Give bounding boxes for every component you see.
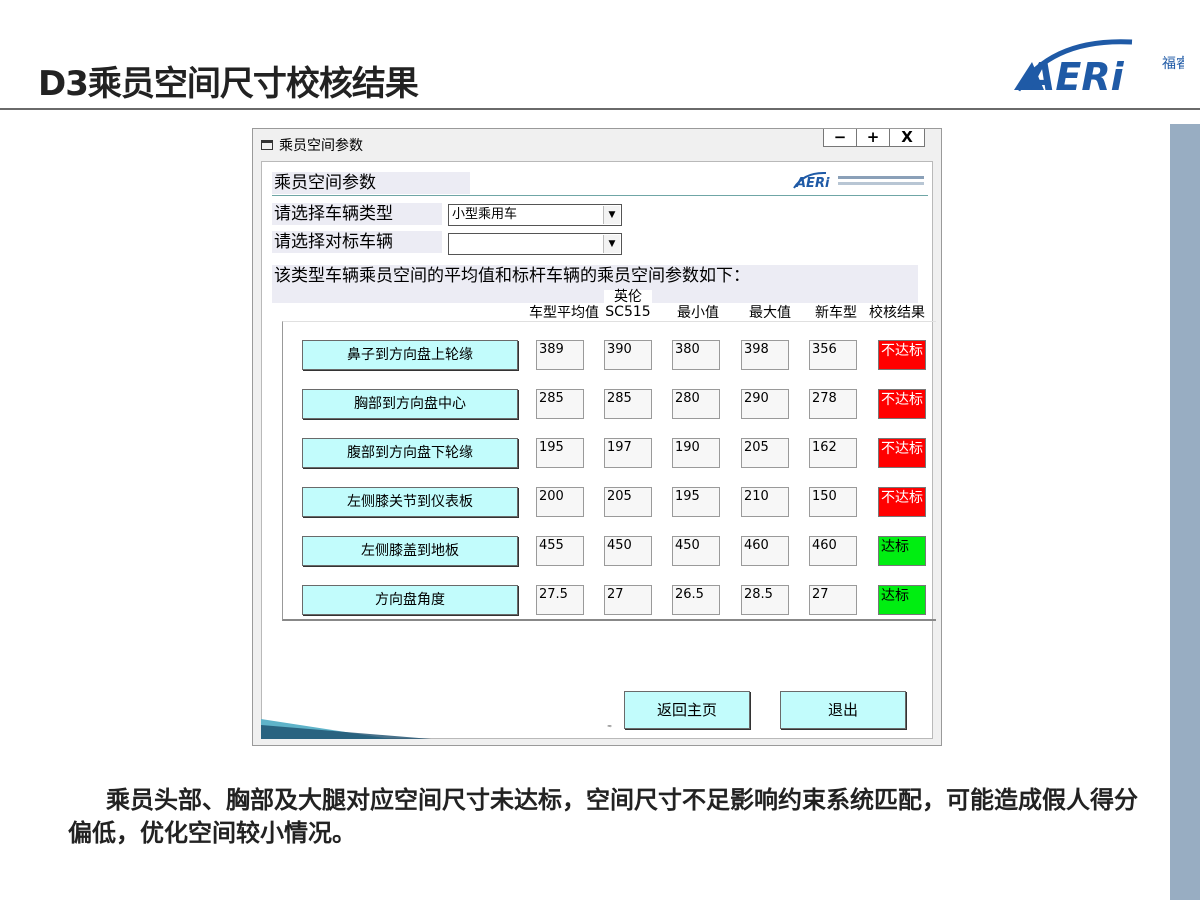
dropdown-arrow-icon[interactable]: ▼ — [603, 235, 620, 253]
return-home-button[interactable]: 返回主页 — [624, 691, 750, 729]
col-header-benchmark-line1: 英伦 — [614, 289, 642, 305]
row-button-knee-to-floor[interactable]: 左侧膝盖到地板 — [302, 536, 518, 566]
cell-avg: 389 — [536, 340, 584, 370]
cell-benchmark: 285 — [604, 389, 652, 419]
result-badge: 达标 — [878, 585, 926, 615]
cell-max: 205 — [741, 438, 789, 468]
vehicle-type-value: 小型乘用车 — [452, 207, 518, 222]
window-title: 乘员空间参数 — [279, 138, 363, 154]
cell-min: 280 — [672, 389, 720, 419]
col-header-new: 新车型 — [812, 305, 860, 321]
cell-avg: 200 — [536, 487, 584, 517]
cell-benchmark: 205 — [604, 487, 652, 517]
benchmark-label: 请选择对标车辆 — [272, 231, 442, 253]
row-button-chest-to-wheel-center[interactable]: 胸部到方向盘中心 — [302, 389, 518, 419]
window-controls: − + X — [823, 129, 925, 147]
col-header-avg: 车型平均值 — [526, 305, 602, 321]
company-logo: AERi 福睿 — [1014, 39, 1184, 99]
panel-header-label: 乘员空间参数 — [272, 172, 470, 194]
result-badge: 不达标 — [878, 438, 926, 468]
row-button-nose-to-wheel-top[interactable]: 鼻子到方向盘上轮缘 — [302, 340, 518, 370]
cell-max: 398 — [741, 340, 789, 370]
svg-text:福睿: 福睿 — [1162, 56, 1184, 72]
result-badge: 不达标 — [878, 487, 926, 517]
cell-benchmark: 450 — [604, 536, 652, 566]
cell-min: 380 — [672, 340, 720, 370]
maximize-button[interactable]: + — [856, 129, 890, 147]
mini-logo: AERi — [793, 171, 924, 190]
cell-avg: 455 — [536, 536, 584, 566]
cell-avg: 285 — [536, 389, 584, 419]
col-header-min: 最小值 — [674, 305, 722, 321]
cell-new: 460 — [809, 536, 857, 566]
header-divider — [272, 195, 928, 196]
cell-benchmark: 390 — [604, 340, 652, 370]
col-header-benchmark-line2: SC515 — [605, 304, 651, 320]
row-button-knee-to-dashboard[interactable]: 左侧膝关节到仪表板 — [302, 487, 518, 517]
row-button-abdomen-to-wheel-bottom[interactable]: 腹部到方向盘下轮缘 — [302, 438, 518, 468]
cell-min: 195 — [672, 487, 720, 517]
vehicle-type-label: 请选择车辆类型 — [272, 203, 442, 225]
cell-new: 278 — [809, 389, 857, 419]
cell-min: 26.5 — [672, 585, 720, 615]
col-header-result: 校核结果 — [866, 305, 928, 321]
vehicle-type-select[interactable]: 小型乘用车 ▼ — [448, 204, 622, 226]
cell-max: 28.5 — [741, 585, 789, 615]
cell-max: 210 — [741, 487, 789, 517]
col-header-max: 最大值 — [746, 305, 794, 321]
svg-text:AERi: AERi — [1023, 55, 1125, 99]
row-button-wheel-angle[interactable]: 方向盘角度 — [302, 585, 518, 615]
close-button[interactable]: X — [889, 129, 925, 147]
benchmark-select[interactable]: ▼ — [448, 233, 622, 255]
window-icon — [261, 140, 273, 150]
cell-avg: 27.5 — [536, 585, 584, 615]
slide-title: D3乘员空间尺寸校核结果 — [38, 64, 419, 104]
dropdown-arrow-icon[interactable]: ▼ — [603, 206, 620, 224]
cell-new: 162 — [809, 438, 857, 468]
description-text: 该类型车辆乘员空间的平均值和标杆车辆的乘员空间参数如下： — [272, 265, 918, 303]
minimize-button[interactable]: − — [823, 129, 857, 147]
col-header-benchmark: 英伦 SC515 — [604, 290, 652, 320]
title-divider — [0, 108, 1200, 110]
cell-max: 290 — [741, 389, 789, 419]
window-titlebar: 乘员空间参数 — [261, 135, 363, 155]
cell-new: 356 — [809, 340, 857, 370]
form-panel: 乘员空间参数 AERi 请选择车辆类型 小型乘用车 ▼ 请选择对标车辆 ▼ 该类… — [261, 161, 936, 739]
cell-avg: 195 — [536, 438, 584, 468]
exit-button[interactable]: 退出 — [780, 691, 906, 729]
tiny-mark: ≈ — [607, 723, 613, 730]
side-decoration-bar — [1170, 124, 1200, 900]
cell-benchmark: 27 — [604, 585, 652, 615]
cell-min: 190 — [672, 438, 720, 468]
slide-caption: 乘员头部、胸部及大腿对应空间尺寸未达标，空间尺寸不足影响约束系统匹配，可能造成假… — [68, 786, 1138, 847]
result-badge: 不达标 — [878, 389, 926, 419]
result-badge: 不达标 — [878, 340, 926, 370]
cell-new: 27 — [809, 585, 857, 615]
cell-max: 460 — [741, 536, 789, 566]
cell-benchmark: 197 — [604, 438, 652, 468]
app-window: 乘员空间参数 − + X 乘员空间参数 AERi 请选择车辆类型 小型乘用车 ▼… — [252, 128, 942, 746]
corner-decoration — [261, 719, 431, 739]
result-badge: 达标 — [878, 536, 926, 566]
svg-text:AERi: AERi — [795, 176, 830, 190]
cell-min: 450 — [672, 536, 720, 566]
cell-new: 150 — [809, 487, 857, 517]
